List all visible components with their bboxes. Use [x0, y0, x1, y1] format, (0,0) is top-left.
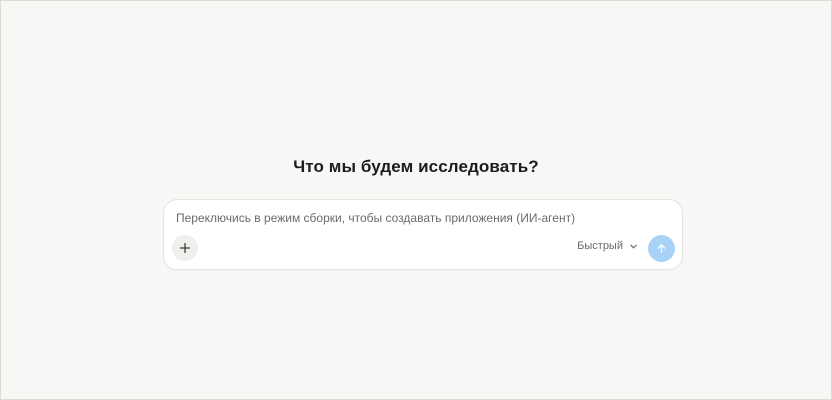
- page-title: Что мы будем исследовать?: [293, 157, 539, 176]
- app-window: Что мы будем исследовать? Быстрый: [0, 0, 832, 400]
- send-button[interactable]: [648, 235, 675, 262]
- mode-label: Быстрый: [577, 240, 623, 252]
- attach-button[interactable]: [172, 235, 198, 261]
- prompt-composer: Быстрый: [163, 199, 683, 270]
- prompt-input[interactable]: [176, 211, 670, 225]
- plus-icon: [179, 242, 191, 254]
- arrow-up-icon: [656, 243, 667, 254]
- chevron-down-icon: [629, 242, 638, 251]
- mode-select[interactable]: Быстрый: [577, 240, 638, 252]
